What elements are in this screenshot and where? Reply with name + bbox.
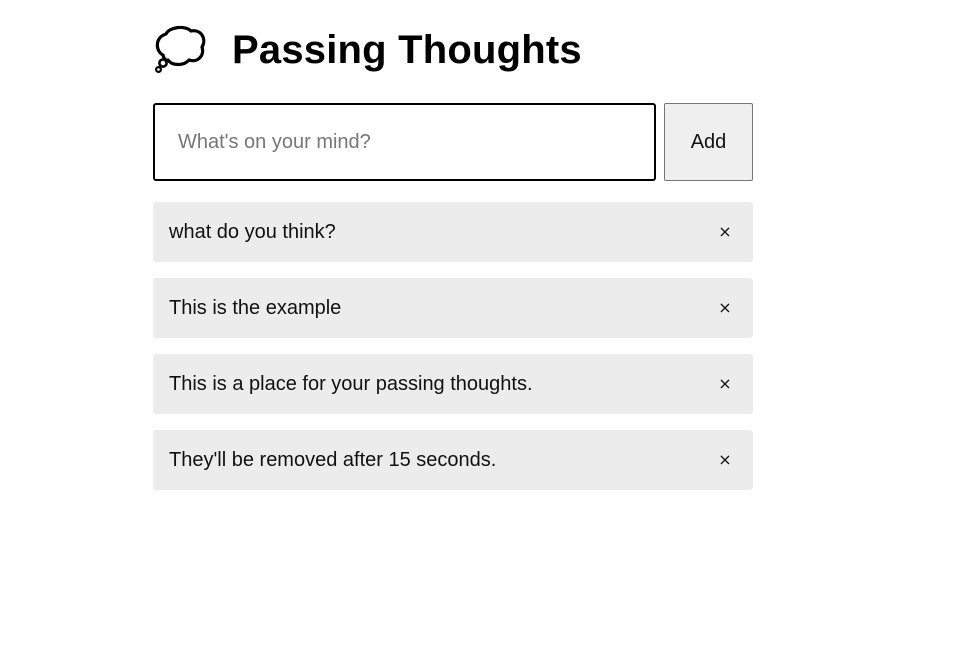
header: Passing Thoughts [153,22,582,78]
thought-list: what do you think? × This is the example… [153,202,753,506]
thought-input[interactable] [153,103,656,181]
thought-text: They'll be removed after 15 seconds. [169,448,497,471]
remove-thought-button[interactable]: × [717,222,733,242]
thought-text: This is the example [169,296,342,319]
add-thought-form: Add [153,103,753,181]
remove-thought-button[interactable]: × [717,374,733,394]
thought-text: what do you think? [169,220,336,243]
remove-thought-button[interactable]: × [717,298,733,318]
thought-item: They'll be removed after 15 seconds. × [153,430,753,490]
page-title: Passing Thoughts [232,28,582,72]
thought-text: This is a place for your passing thought… [169,372,533,395]
thought-item: what do you think? × [153,202,753,262]
thought-item: This is the example × [153,278,753,338]
thought-balloon-icon [153,22,209,78]
remove-thought-button[interactable]: × [717,450,733,470]
add-button[interactable]: Add [664,103,753,181]
thought-item: This is a place for your passing thought… [153,354,753,414]
